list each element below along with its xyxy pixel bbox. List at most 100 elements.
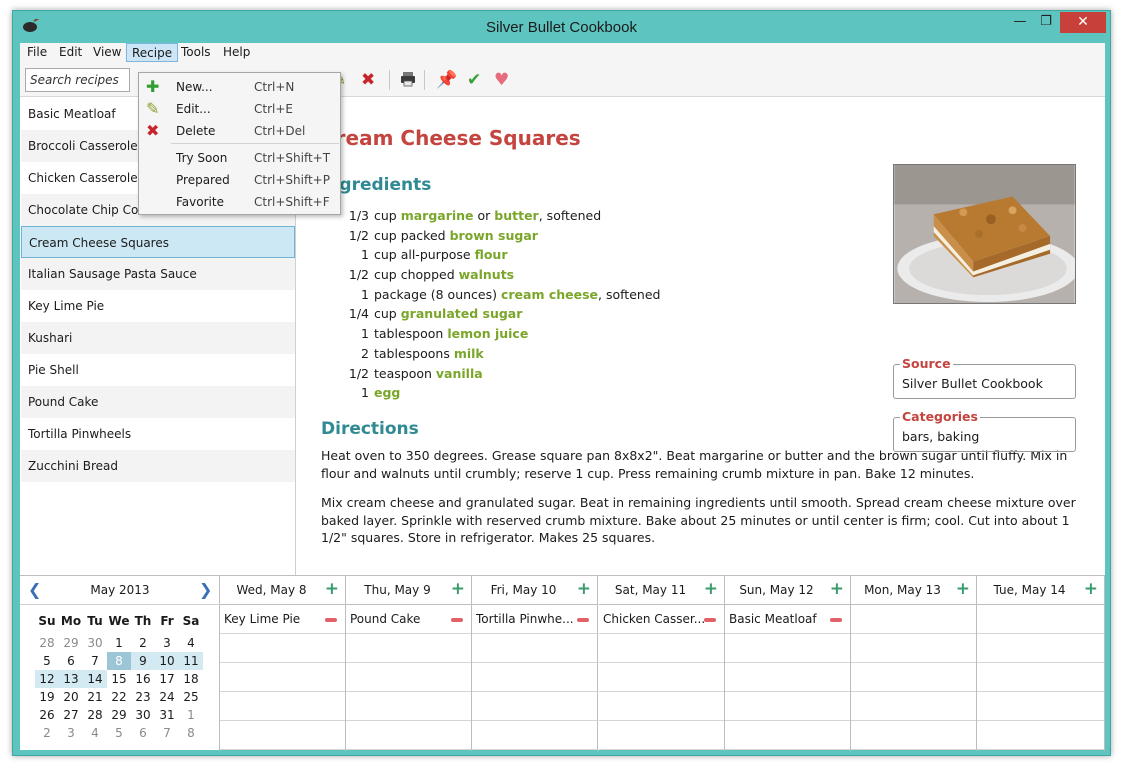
mini-calendar-day[interactable]: 10 — [155, 652, 179, 670]
meal-slot[interactable] — [220, 663, 345, 692]
meal-slot[interactable] — [725, 692, 850, 721]
menu-item-delete[interactable]: ✖ Delete Ctrl+Del — [139, 120, 340, 142]
remove-meal-minus-icon[interactable] — [451, 618, 463, 622]
mini-calendar-day[interactable]: 11 — [179, 652, 203, 670]
mini-calendar-day[interactable]: 6 — [59, 652, 83, 670]
mini-calendar-day[interactable]: 3 — [155, 634, 179, 652]
mini-calendar-day[interactable]: 30 — [131, 706, 155, 724]
mini-calendar-day[interactable]: 17 — [155, 670, 179, 688]
meal-slot[interactable] — [472, 634, 597, 663]
recipe-list-item[interactable]: Tortilla Pinwheels — [21, 418, 295, 450]
recipe-list-item-selected[interactable]: Cream Cheese Squares — [21, 226, 295, 258]
meal-slot[interactable] — [599, 663, 724, 692]
recipe-list-item[interactable]: Zucchini Bread — [21, 450, 295, 482]
menu-item-new[interactable]: ✚ New... Ctrl+N — [139, 76, 340, 98]
add-meal-plus-icon[interactable]: + — [325, 580, 339, 598]
menu-file[interactable]: File — [22, 43, 52, 62]
mini-calendar-day[interactable]: 25 — [179, 688, 203, 706]
meal-slot[interactable] — [599, 634, 724, 663]
meal-slot[interactable] — [472, 721, 597, 750]
mini-calendar-day[interactable]: 4 — [179, 634, 203, 652]
mini-calendar-day[interactable]: 29 — [59, 634, 83, 652]
mini-calendar-day[interactable]: 1 — [179, 706, 203, 724]
planned-recipe[interactable]: Basic Meatloaf — [729, 612, 817, 626]
meal-slot[interactable] — [725, 721, 850, 750]
mini-calendar-day[interactable]: 14 — [83, 670, 107, 688]
planned-recipe[interactable]: Pound Cake — [350, 612, 420, 626]
mini-calendar-day[interactable]: 7 — [83, 652, 107, 670]
mini-calendar-day[interactable]: 12 — [35, 670, 59, 688]
add-meal-plus-icon[interactable]: + — [451, 580, 465, 598]
remove-meal-minus-icon[interactable] — [830, 618, 842, 622]
ingredient-food-link[interactable]: cream cheese — [501, 287, 598, 302]
ingredient-food-link[interactable]: brown sugar — [450, 228, 538, 243]
meal-slot[interactable] — [599, 721, 724, 750]
meal-slot[interactable] — [346, 692, 471, 721]
remove-meal-minus-icon[interactable] — [704, 618, 716, 622]
mini-calendar-day[interactable]: 31 — [155, 706, 179, 724]
mini-calendar-day[interactable]: 2 — [35, 724, 59, 742]
print-icon[interactable] — [400, 71, 416, 87]
meal-slot[interactable]: Basic Meatloaf — [725, 605, 850, 634]
menu-item-prepared[interactable]: Prepared Ctrl+Shift+P — [139, 169, 340, 191]
ingredient-food-link[interactable]: egg — [374, 385, 400, 400]
recipe-list-item[interactable]: Italian Sausage Pasta Sauce — [21, 258, 295, 290]
meal-slot[interactable] — [725, 663, 850, 692]
mini-calendar-day[interactable]: 6 — [131, 724, 155, 742]
add-meal-plus-icon[interactable]: + — [830, 580, 844, 598]
mini-calendar-day[interactable]: 16 — [131, 670, 155, 688]
mini-calendar-day[interactable]: 1 — [107, 634, 131, 652]
add-meal-plus-icon[interactable]: + — [956, 580, 970, 598]
mini-calendar-day[interactable]: 23 — [131, 688, 155, 706]
remove-meal-minus-icon[interactable] — [325, 618, 337, 622]
try-soon-pin-icon[interactable]: 📌 — [436, 70, 457, 90]
mini-calendar-day[interactable]: 28 — [83, 706, 107, 724]
meal-slot[interactable]: Pound Cake — [346, 605, 471, 634]
mini-calendar-day[interactable]: 8 — [107, 652, 131, 670]
favorite-heart-icon[interactable]: ♥ — [494, 70, 509, 90]
delete-recipe-x-icon[interactable]: ✖ — [361, 70, 375, 90]
mini-calendar-day[interactable]: 9 — [131, 652, 155, 670]
mini-calendar-day[interactable]: 13 — [59, 670, 83, 688]
mini-calendar-day[interactable]: 28 — [35, 634, 59, 652]
minimize-button[interactable]: — — [1007, 12, 1033, 33]
remove-meal-minus-icon[interactable] — [577, 618, 589, 622]
add-meal-plus-icon[interactable]: + — [1084, 580, 1098, 598]
mini-calendar-day[interactable]: 24 — [155, 688, 179, 706]
meal-slot[interactable] — [977, 721, 1104, 750]
mini-calendar-day[interactable]: 21 — [83, 688, 107, 706]
ingredient-food-link[interactable]: granulated sugar — [401, 306, 523, 321]
mini-calendar-day[interactable]: 20 — [59, 688, 83, 706]
ingredient-food-link[interactable]: walnuts — [459, 267, 514, 282]
meal-slot[interactable] — [851, 663, 976, 692]
meal-slot[interactable] — [220, 692, 345, 721]
meal-slot[interactable] — [220, 721, 345, 750]
meal-slot[interactable]: Key Lime Pie — [220, 605, 345, 634]
maximize-button[interactable]: ❐ — [1033, 12, 1059, 33]
mini-calendar-day[interactable]: 18 — [179, 670, 203, 688]
mini-calendar-day[interactable]: 3 — [59, 724, 83, 742]
meal-slot[interactable] — [851, 692, 976, 721]
planned-recipe[interactable]: Tortilla Pinwhe... — [476, 612, 574, 626]
recipe-list-item[interactable]: Pie Shell — [21, 354, 295, 386]
add-meal-plus-icon[interactable]: + — [577, 580, 591, 598]
menu-item-favorite[interactable]: Favorite Ctrl+Shift+F — [139, 191, 340, 213]
meal-slot[interactable] — [851, 721, 976, 750]
planned-recipe[interactable]: Key Lime Pie — [224, 612, 300, 626]
meal-slot[interactable] — [220, 634, 345, 663]
mini-calendar-day[interactable]: 29 — [107, 706, 131, 724]
next-month-chevron-icon[interactable]: ❯ — [199, 580, 212, 599]
meal-slot[interactable]: Tortilla Pinwhe... — [472, 605, 597, 634]
title-bar[interactable]: Silver Bullet Cookbook — ❐ ✕ — [13, 11, 1110, 43]
mini-calendar-day[interactable]: 19 — [35, 688, 59, 706]
meal-slot[interactable] — [977, 692, 1104, 721]
mini-calendar-day[interactable]: 30 — [83, 634, 107, 652]
recipe-list-item[interactable]: Key Lime Pie — [21, 290, 295, 322]
menu-edit[interactable]: Edit — [54, 43, 87, 62]
mini-calendar-day[interactable]: 27 — [59, 706, 83, 724]
mini-calendar-day[interactable]: 7 — [155, 724, 179, 742]
mini-calendar-day[interactable]: 22 — [107, 688, 131, 706]
meal-slot[interactable] — [725, 634, 850, 663]
mini-calendar-day[interactable]: 5 — [35, 652, 59, 670]
mini-calendar-day[interactable]: 26 — [35, 706, 59, 724]
